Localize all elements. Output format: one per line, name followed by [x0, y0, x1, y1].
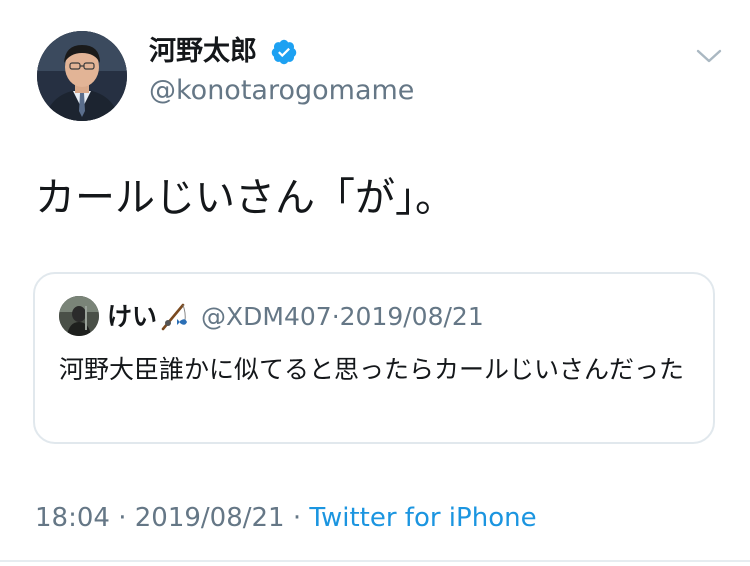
- quoted-author-handle[interactable]: @XDM407: [201, 302, 332, 331]
- tweet-source-link[interactable]: Twitter for iPhone: [309, 503, 536, 533]
- author-avatar[interactable]: [37, 31, 127, 121]
- divider: [0, 560, 750, 562]
- quoted-tweet-text: 河野大臣誰かに似てると思ったらカールじいさんだった: [59, 355, 685, 384]
- tweet-text: カールじいさん「が」。: [35, 175, 455, 221]
- tweet-date[interactable]: 2019/08/21: [135, 503, 285, 533]
- meta-separator: ·: [292, 503, 302, 533]
- quoted-author-avatar[interactable]: [59, 296, 99, 336]
- author-display-name[interactable]: 河野太郎: [149, 34, 257, 70]
- chevron-down-icon[interactable]: [694, 44, 724, 68]
- author-handle[interactable]: @konotarogomame: [149, 74, 414, 108]
- quoted-tweet-card[interactable]: けい @XDM407·2019/08/21 河野大臣誰かに似てると思ったらカール…: [33, 272, 715, 444]
- meta-separator: ·: [118, 503, 127, 533]
- tweet-meta: 18:04 · 2019/08/21 · Twitter for iPhone: [35, 500, 537, 536]
- verified-badge-icon: [271, 39, 297, 65]
- quoted-tweet-header: けい @XDM407·2019/08/21: [107, 299, 484, 335]
- fishing-pole-icon: [161, 303, 188, 331]
- quoted-tweet-date[interactable]: 2019/08/21: [340, 302, 484, 331]
- tweet-time[interactable]: 18:04: [35, 503, 110, 533]
- quoted-author-name[interactable]: けい: [107, 302, 157, 331]
- quoted-separator: ·: [331, 302, 340, 331]
